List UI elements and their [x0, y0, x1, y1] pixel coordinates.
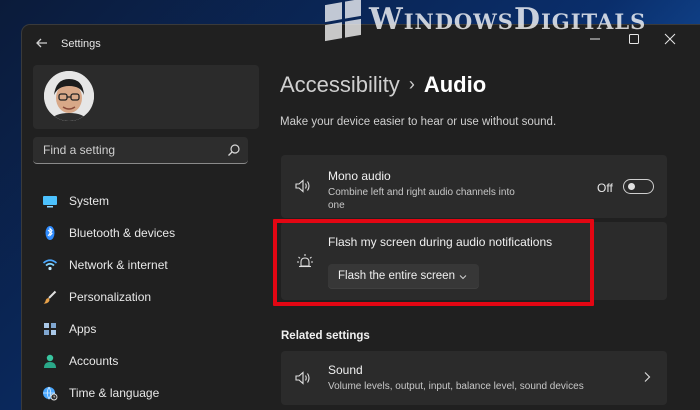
sidebar-item-label: Accounts [69, 354, 119, 368]
speaker-icon [295, 371, 310, 385]
sound-description: Volume levels, output, input, balance le… [328, 381, 584, 392]
close-button[interactable] [659, 31, 681, 47]
sidebar-item-label: Network & internet [69, 258, 168, 272]
sound-settings-link[interactable]: Sound Volume levels, output, input, bala… [281, 351, 667, 405]
sidebar-item-label: Personalization [69, 290, 152, 304]
related-settings-heading: Related settings [281, 330, 370, 342]
sidebar-item-label: Apps [69, 322, 97, 336]
search-icon[interactable] [227, 143, 241, 157]
sidebar-item-system[interactable]: System [33, 185, 259, 217]
sidebar-item-bluetooth[interactable]: Bluetooth & devices [33, 217, 259, 249]
maximize-icon [629, 34, 639, 44]
mono-audio-description: Combine left and right audio channels in… [328, 187, 515, 211]
brush-icon [43, 290, 57, 304]
mono-audio-toggle[interactable] [623, 179, 654, 194]
minimize-icon [590, 38, 600, 40]
settings-window: Settings Find a setting System Bluetooth… [22, 25, 700, 410]
title-bar: Settings [22, 25, 700, 63]
back-button[interactable] [34, 35, 50, 51]
highlight-annotation-box [273, 219, 594, 306]
back-arrow-icon [36, 38, 47, 48]
wifi-icon [42, 259, 58, 271]
mono-audio-card: Mono audio Combine left and right audio … [281, 155, 667, 218]
speaker-icon [295, 179, 310, 193]
sidebar-nav: System Bluetooth & devices Network & int… [33, 185, 259, 409]
monitor-icon [43, 196, 57, 208]
minimize-button[interactable] [584, 31, 606, 47]
sidebar-item-network[interactable]: Network & internet [33, 249, 259, 281]
sidebar-item-label: System [69, 194, 110, 208]
sidebar-item-accounts[interactable]: Accounts [33, 345, 259, 377]
breadcrumb-parent-link[interactable]: Accessibility [280, 72, 400, 97]
bluetooth-icon [45, 226, 55, 240]
profile-card[interactable] [33, 65, 259, 129]
sidebar-item-time-language[interactable]: Time & language [33, 377, 259, 409]
avatar [44, 71, 94, 121]
toggle-knob [628, 183, 635, 190]
breadcrumb: Accessibility › Audio [280, 72, 486, 98]
toggle-state-label: Off [597, 181, 613, 195]
page-title: Audio [423, 72, 487, 97]
search-box [33, 137, 248, 164]
sound-title: Sound [328, 363, 363, 377]
page-subtitle: Make your device easier to hear or use w… [280, 116, 557, 128]
sidebar-item-personalization[interactable]: Personalization [33, 281, 259, 313]
close-icon [664, 33, 676, 45]
person-icon [44, 354, 56, 368]
apps-icon [44, 323, 56, 335]
sidebar-item-label: Bluetooth & devices [69, 226, 176, 240]
window-title: Settings [61, 38, 101, 50]
globe-clock-icon [43, 386, 58, 401]
breadcrumb-separator-icon: › [408, 74, 415, 94]
chevron-right-icon [644, 372, 651, 382]
sidebar-item-apps[interactable]: Apps [33, 313, 259, 345]
maximize-button[interactable] [623, 31, 645, 47]
search-input[interactable] [33, 137, 218, 163]
mono-audio-title: Mono audio [328, 169, 391, 183]
sidebar-item-label: Time & language [69, 386, 160, 400]
